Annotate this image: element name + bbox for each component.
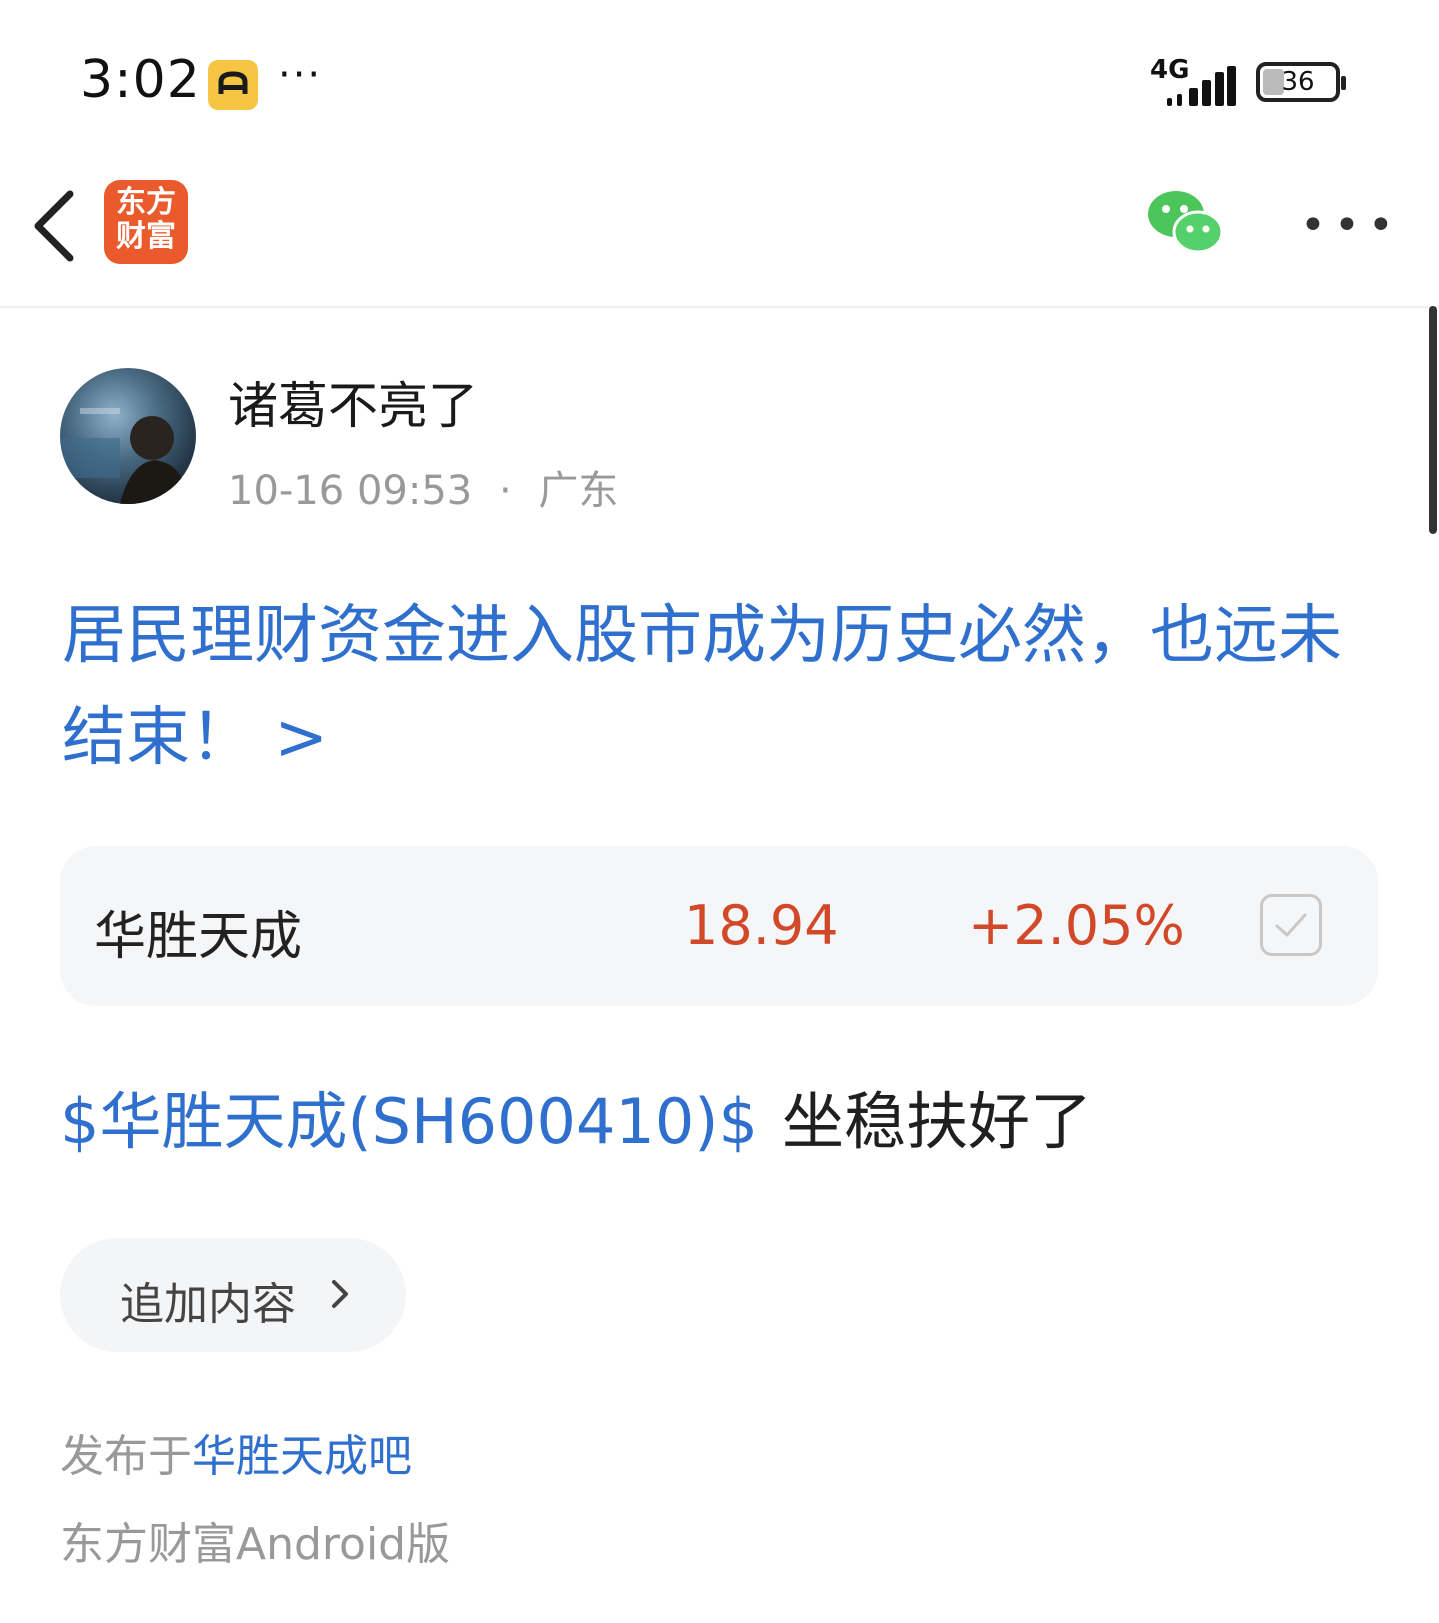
- chevron-right-icon: [332, 1280, 348, 1308]
- meta-separator: ·: [498, 468, 512, 514]
- author-name[interactable]: 诸葛不亮了: [228, 366, 478, 438]
- post-time: 10-16 09:53: [228, 468, 473, 514]
- logo-line2: 财富: [116, 219, 176, 254]
- wechat-icon: [1148, 191, 1224, 254]
- back-button[interactable]: [28, 186, 88, 266]
- signal-icon: [1165, 60, 1236, 106]
- append-content-button[interactable]: 追加内容: [60, 1238, 406, 1352]
- avatar[interactable]: [60, 368, 196, 504]
- more-options-button[interactable]: •••: [1300, 200, 1402, 251]
- published-prefix: 发布于: [60, 1431, 192, 1482]
- nav-bar: 东方 财富 •••: [0, 150, 1439, 308]
- battery-level: 36: [1281, 67, 1315, 97]
- status-time: 3:02: [80, 50, 201, 110]
- stock-card[interactable]: 华胜天成 18.94 +2.05%: [60, 846, 1378, 1006]
- car-app-icon: [208, 60, 258, 110]
- watchlist-checkbox[interactable]: [1260, 894, 1322, 956]
- chevron-left-icon: [34, 190, 74, 262]
- battery-icon: 36: [1256, 62, 1346, 102]
- notification-more-icon: ···: [278, 52, 323, 98]
- client-info: 东方财富Android版: [60, 1519, 451, 1570]
- append-content-label: 追加内容: [120, 1279, 296, 1330]
- status-bar: 3:02 ··· 4G 36: [0, 0, 1439, 150]
- body-text: 坐稳扶好了: [781, 1085, 1092, 1158]
- stock-name: 华胜天成: [94, 907, 303, 967]
- forum-link[interactable]: 华胜天成吧: [192, 1431, 412, 1482]
- post-location: 广东: [538, 468, 619, 514]
- post-body: $华胜天成(SH600410)$ 坐稳扶好了: [60, 1082, 1092, 1162]
- published-in: 发布于华胜天成吧: [60, 1420, 412, 1484]
- page: 3:02 ··· 4G 36 东方 财富 ••• 诸葛不亮了 10-16 09:…: [0, 0, 1439, 1623]
- stock-tag-link[interactable]: $华胜天成(SH600410)$: [60, 1085, 758, 1158]
- scrollbar[interactable]: [1429, 306, 1437, 534]
- post-title-link[interactable]: 居民理财资金进入股市成为历史必然，也远未结束！ >: [62, 585, 1382, 789]
- check-icon: [1275, 913, 1307, 937]
- wechat-share-button[interactable]: [1146, 188, 1226, 258]
- logo-line1: 东方: [116, 185, 176, 220]
- avatar-image: [60, 408, 190, 504]
- post-meta: 10-16 09:53 · 广东: [228, 458, 618, 516]
- stock-change: +2.05%: [968, 894, 1185, 957]
- app-logo: 东方 财富: [104, 180, 188, 264]
- stock-price: 18.94: [684, 894, 839, 957]
